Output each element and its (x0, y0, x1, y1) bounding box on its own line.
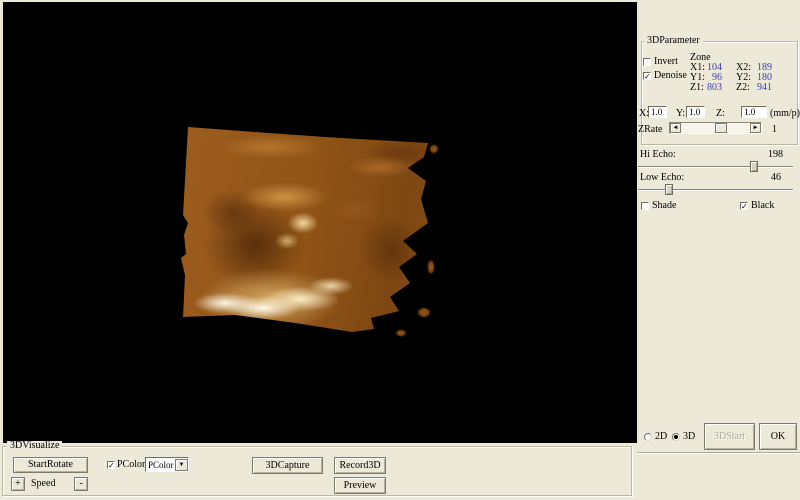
speed-minus-button[interactable]: - (74, 477, 88, 491)
hi-echo-thumb[interactable] (750, 161, 758, 172)
hi-echo-value: 198 (763, 150, 783, 160)
mode-2d-radio[interactable] (644, 433, 652, 441)
low-echo-value: 46 (761, 173, 781, 183)
hi-echo-track[interactable] (638, 166, 793, 168)
zrate-label: ZRate (638, 125, 662, 135)
black-checkbox[interactable]: ✓ (740, 202, 748, 210)
ultrasound-fragment (418, 308, 430, 317)
ok-button[interactable]: OK (759, 423, 797, 450)
low-echo-label: Low Echo: (640, 173, 684, 183)
speed-label: Speed (31, 479, 55, 489)
zrate-left-arrow-icon[interactable]: ◄ (670, 123, 681, 133)
denoise-label: Denoise (654, 71, 687, 81)
record3d-button[interactable]: Record3D (334, 457, 386, 474)
zone-z2-value: 941 (750, 83, 772, 93)
pcolor-checkbox[interactable]: ✓ (107, 461, 115, 469)
ultrasound-fragment (430, 145, 438, 153)
zrate-value: 1 (772, 125, 777, 135)
scale-z-input[interactable] (741, 106, 767, 118)
pcolor-label: PColor (117, 460, 145, 470)
scale-y-label: Y: (676, 109, 685, 119)
invert-checkbox[interactable] (643, 58, 651, 66)
scale-x-input[interactable] (648, 106, 667, 118)
start-rotate-button[interactable]: StartRotate (13, 457, 88, 473)
mode-3d-label: 3D (683, 432, 695, 442)
app-window: { "colors": { "background": "#ece9d8", "… (0, 0, 800, 500)
low-echo-thumb[interactable] (665, 184, 673, 195)
zrate-scrollbar[interactable]: ◄ ► (669, 122, 762, 134)
zrate-thumb[interactable] (715, 123, 727, 133)
speed-plus-button[interactable]: + (11, 477, 25, 491)
zone-z2-label: Z2: (736, 83, 750, 93)
render-viewport[interactable] (3, 2, 637, 443)
mode-3d-radio[interactable] (672, 433, 680, 441)
hi-echo-label: Hi Echo: (640, 150, 676, 160)
low-echo-track[interactable] (638, 189, 793, 191)
ultrasound-3d-render (175, 115, 450, 340)
chevron-down-icon[interactable]: ▼ (175, 459, 188, 471)
shade-checkbox[interactable] (641, 202, 649, 210)
pcolor-dropdown-value: PColor (146, 459, 175, 471)
scale-z-label: Z: (716, 109, 725, 119)
mode-2d-label: 2D (655, 432, 667, 442)
scale-unit-label: (mm/p) (770, 109, 800, 119)
black-label: Black (751, 201, 774, 211)
ultrasound-fragment (428, 260, 434, 274)
shade-label: Shade (652, 201, 676, 211)
denoise-checkbox[interactable]: ✓ (643, 72, 651, 80)
panel-separator (637, 452, 800, 454)
preview-button[interactable]: Preview (334, 477, 386, 494)
scale-y-input[interactable] (686, 106, 705, 118)
visualize-group-title: 3DVisualize (7, 441, 62, 451)
3dcapture-button[interactable]: 3DCapture (252, 457, 323, 474)
zone-z1-value: 803 (698, 83, 722, 93)
zrate-right-arrow-icon[interactable]: ► (750, 123, 761, 133)
3dstart-button[interactable]: 3DStart (704, 423, 755, 450)
param-group-title: 3DParameter (644, 36, 703, 46)
zrate-track[interactable] (681, 123, 750, 133)
ultrasound-fragment (396, 330, 406, 336)
invert-label: Invert (654, 57, 678, 67)
pcolor-dropdown[interactable]: PColor ▼ (145, 457, 189, 472)
